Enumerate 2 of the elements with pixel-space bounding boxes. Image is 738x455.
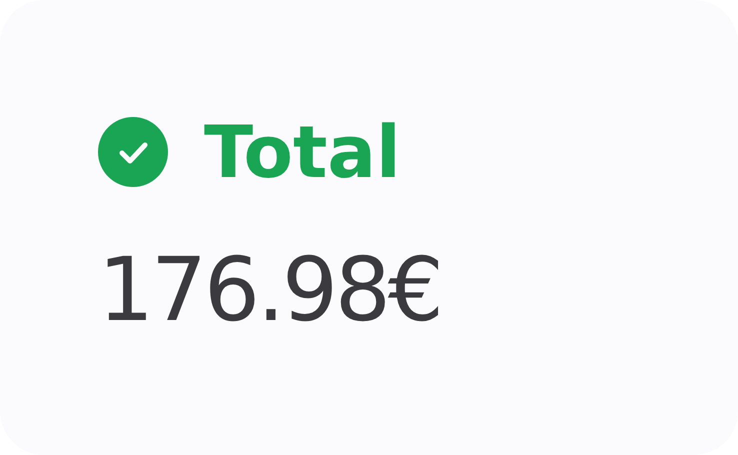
total-label: Total (204, 116, 401, 188)
total-amount: 176.98€ (98, 246, 442, 334)
